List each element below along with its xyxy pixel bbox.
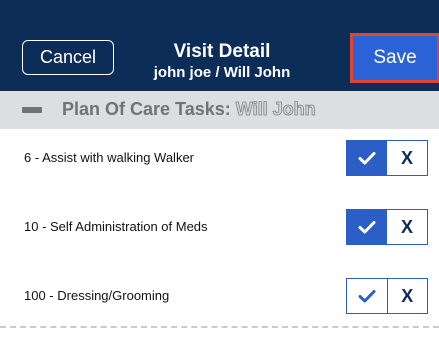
checkmark-icon (358, 152, 376, 165)
task-label: 100 - Dressing/Grooming (24, 288, 170, 303)
task-completion-toggle: X (346, 209, 428, 245)
task-row: 100 - Dressing/Grooming X (0, 276, 439, 316)
minus-icon[interactable] (22, 107, 42, 113)
plan-of-care-section-header[interactable]: Plan Of Care Tasks: Will John (0, 91, 439, 129)
section-divider (0, 326, 439, 328)
task-label: 10 - Self Administration of Meds (24, 219, 208, 234)
section-label: Plan Of Care Tasks: (62, 99, 231, 119)
save-button[interactable]: Save (350, 33, 439, 83)
task-completion-toggle: X (346, 140, 428, 176)
section-patient-name: Will John (235, 99, 316, 120)
navigation-bar: Cancel Visit Detail john joe / Will John… (0, 0, 439, 91)
complete-button[interactable] (347, 141, 387, 175)
section-title: Plan Of Care Tasks: Will John (62, 98, 316, 120)
task-completion-toggle: X (346, 278, 428, 314)
complete-button[interactable] (347, 279, 388, 313)
task-label: 6 - Assist with walking Walker (24, 150, 195, 165)
incomplete-button[interactable]: X (387, 141, 427, 175)
page-title: Visit Detail (173, 41, 271, 62)
checkmark-icon (358, 290, 376, 303)
task-row: 6 - Assist with walking Walker X (0, 138, 439, 178)
page-subtitle: john joe / Will John (153, 64, 291, 81)
checkmark-icon (358, 221, 376, 234)
complete-button[interactable] (347, 210, 387, 244)
incomplete-button[interactable]: X (387, 279, 427, 313)
cancel-button[interactable]: Cancel (22, 40, 114, 75)
incomplete-button[interactable]: X (387, 210, 427, 244)
task-row: 10 - Self Administration of Meds X (0, 207, 439, 247)
